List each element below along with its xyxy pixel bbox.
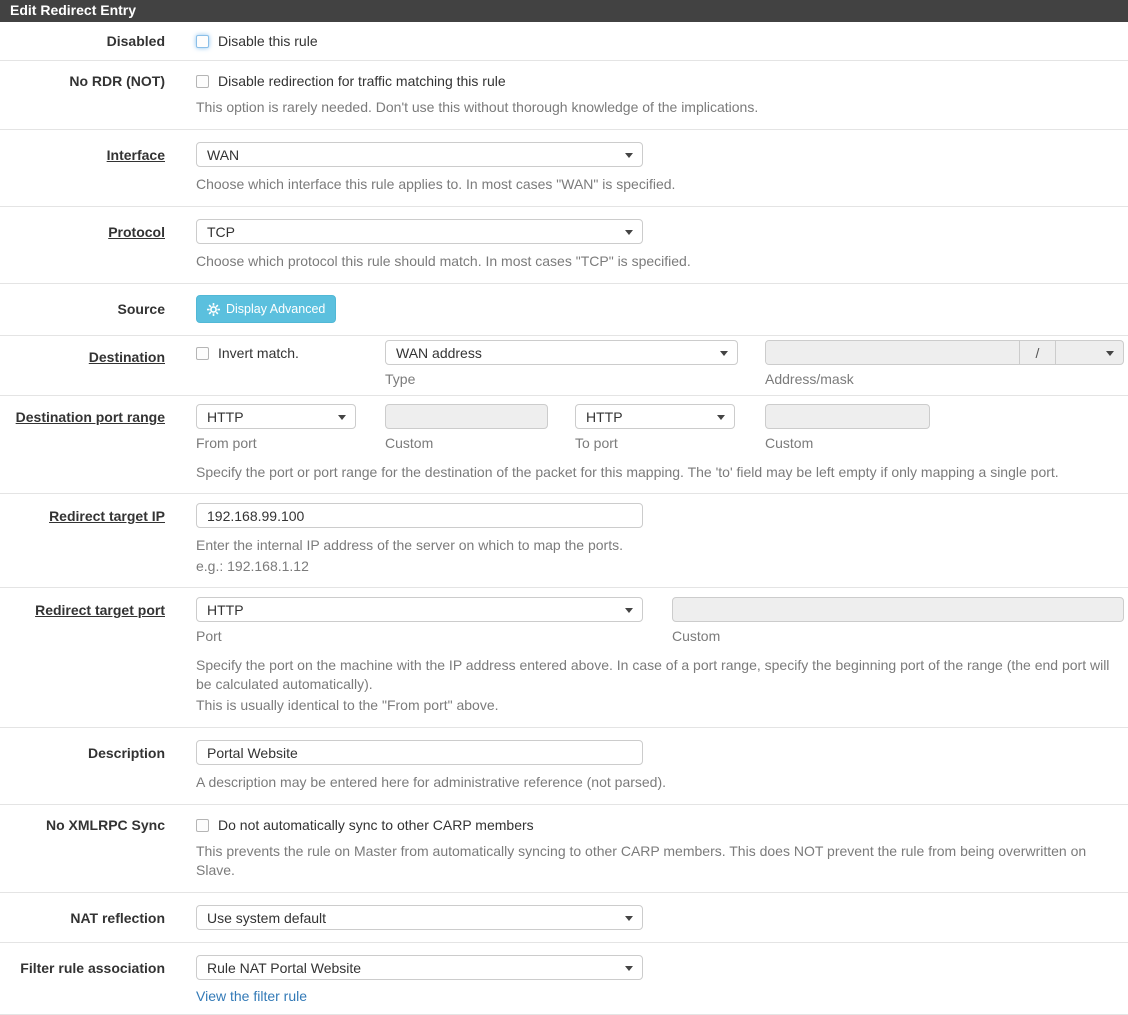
field-label-source: Source xyxy=(117,301,165,317)
row-destination: Destination Invert match. WAN address Ty… xyxy=(0,336,1128,396)
description-help: A description may be entered here for ad… xyxy=(196,774,667,790)
disabled-checkbox-label: Disable this rule xyxy=(218,33,318,49)
to-port-select[interactable]: HTTP xyxy=(575,404,735,429)
to-port-custom-caption: Custom xyxy=(765,435,814,451)
chevron-down-icon xyxy=(625,152,633,158)
view-filter-rule-link[interactable]: View the filter rule xyxy=(196,988,307,1004)
field-label-xmlrpc: No XMLRPC Sync xyxy=(45,817,165,833)
chevron-down-icon xyxy=(625,915,633,921)
field-label-destination: Destination xyxy=(88,349,165,365)
filter-rule-select[interactable]: Rule NAT Portal Website xyxy=(196,955,643,980)
destination-type-select[interactable]: WAN address xyxy=(385,340,738,365)
nordr-checkbox[interactable] xyxy=(196,74,209,88)
row-disabled: Disabled Disable this rule xyxy=(0,22,1128,61)
row-natreflection: NAT reflection Use system default xyxy=(0,893,1128,943)
destination-type-value: WAN address xyxy=(396,344,482,361)
to-port-value: HTTP xyxy=(586,408,623,425)
row-protocol: Protocol TCP Choose which protocol this … xyxy=(0,207,1128,284)
row-filter-rule: Filter rule association Rule NAT Portal … xyxy=(0,943,1128,1015)
invert-match-checkbox[interactable] xyxy=(196,346,209,360)
row-dst-port-range: Destination port range HTTP From port Cu… xyxy=(0,396,1128,494)
row-nordr: No RDR (NOT) Disable redirection for tra… xyxy=(0,61,1128,130)
field-label-description: Description xyxy=(87,745,165,761)
redirect-target-port-select[interactable]: HTTP xyxy=(196,597,643,622)
interface-help: Choose which interface this rule applies… xyxy=(196,176,676,192)
destination-address-group: / xyxy=(765,340,1124,365)
to-port-caption: To port xyxy=(575,435,618,451)
from-port-value: HTTP xyxy=(207,408,244,425)
field-label-filter-rule: Filter rule association xyxy=(20,960,165,976)
row-redirect-port: Redirect target port HTTP Port Custom Sp… xyxy=(0,588,1128,728)
chevron-down-icon xyxy=(338,414,346,420)
xmlrpc-checkbox[interactable] xyxy=(196,818,209,832)
chevron-down-icon xyxy=(625,607,633,613)
redirect-port-help-1: Specify the port on the machine with the… xyxy=(196,657,1110,692)
description-input[interactable] xyxy=(196,740,643,765)
display-advanced-label: Display Advanced xyxy=(226,302,326,316)
row-xmlrpc: No XMLRPC Sync Do not automatically sync… xyxy=(0,805,1128,893)
display-advanced-button[interactable]: Display Advanced xyxy=(196,295,337,323)
destination-address-input xyxy=(766,341,1019,364)
interface-select[interactable]: WAN xyxy=(196,142,643,167)
chevron-down-icon xyxy=(1106,350,1114,356)
field-label-interface: Interface xyxy=(106,147,165,163)
redirect-ip-help-1: Enter the internal IP address of the ser… xyxy=(196,537,623,553)
address-mask-separator: / xyxy=(1019,341,1055,364)
redirect-port-caption: Port xyxy=(196,628,222,644)
redirect-target-ip-input[interactable] xyxy=(196,503,643,528)
field-label-disabled: Disabled xyxy=(106,33,165,49)
field-label-nordr: No RDR (NOT) xyxy=(69,73,165,89)
redirect-target-port-value: HTTP xyxy=(207,601,244,618)
to-port-custom-input xyxy=(765,404,930,429)
row-source: Source Display Advanced xyxy=(0,284,1128,336)
nat-reflection-value: Use system default xyxy=(207,909,327,926)
from-port-caption: From port xyxy=(196,435,257,451)
row-description: Description A description may be entered… xyxy=(0,728,1128,805)
chevron-down-icon xyxy=(625,965,633,971)
field-label-redirect-port: Redirect target port xyxy=(35,602,165,618)
chevron-down-icon xyxy=(625,229,633,235)
protocol-select[interactable]: TCP xyxy=(196,219,643,244)
redirect-port-help-2: This is usually identical to the "From p… xyxy=(196,697,499,713)
gear-icon xyxy=(207,302,220,316)
invert-match-label: Invert match. xyxy=(218,345,299,361)
from-port-custom-caption: Custom xyxy=(385,435,434,451)
filter-rule-value: Rule NAT Portal Website xyxy=(207,959,362,976)
field-label-dst-port-range: Destination port range xyxy=(15,409,165,425)
nordr-checkbox-label: Disable redirection for traffic matching… xyxy=(218,73,506,89)
redirect-ip-help-2: e.g.: 192.168.1.12 xyxy=(196,558,309,574)
xmlrpc-checkbox-label: Do not automatically sync to other CARP … xyxy=(218,817,534,833)
xmlrpc-help: This prevents the rule on Master from au… xyxy=(196,843,1087,878)
row-interface: Interface WAN Choose which interface thi… xyxy=(0,130,1128,207)
redirect-port-custom-caption: Custom xyxy=(672,628,721,644)
panel-title: Edit Redirect Entry xyxy=(0,0,1128,22)
destination-address-caption: Address/mask xyxy=(765,371,854,387)
row-redirect-ip: Redirect target IP Enter the internal IP… xyxy=(0,494,1128,588)
chevron-down-icon xyxy=(717,414,725,420)
interface-select-value: WAN xyxy=(207,146,240,163)
nordr-help: This option is rarely needed. Don't use … xyxy=(196,99,759,115)
redirect-port-custom-input xyxy=(672,597,1124,622)
protocol-select-value: TCP xyxy=(207,223,235,240)
disabled-checkbox[interactable] xyxy=(196,34,209,48)
chevron-down-icon xyxy=(720,350,728,356)
protocol-help: Choose which protocol this rule should m… xyxy=(196,253,691,269)
field-label-natreflection: NAT reflection xyxy=(70,910,165,926)
nat-reflection-select[interactable]: Use system default xyxy=(196,905,643,930)
from-port-select[interactable]: HTTP xyxy=(196,404,356,429)
destination-mask-select xyxy=(1055,341,1123,364)
field-label-redirect-ip: Redirect target IP xyxy=(49,508,165,524)
dst-port-range-help: Specify the port or port range for the d… xyxy=(196,464,1059,480)
destination-type-caption: Type xyxy=(385,371,416,387)
from-port-custom-input xyxy=(385,404,548,429)
field-label-protocol: Protocol xyxy=(108,224,165,240)
